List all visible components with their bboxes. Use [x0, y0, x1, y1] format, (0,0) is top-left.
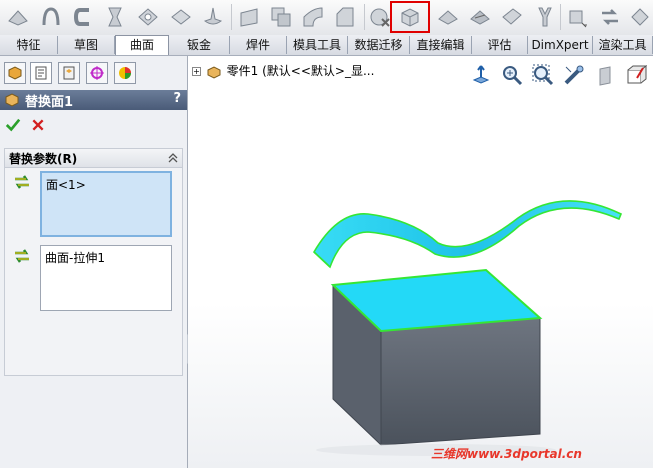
- radiate-surface-icon[interactable]: [166, 2, 196, 32]
- feature-manager-tab[interactable]: [4, 62, 26, 84]
- tab-render-tools[interactable]: 渲染工具: [593, 36, 653, 54]
- panel-tabs: [0, 56, 187, 88]
- target-faces-list[interactable]: 面<1>: [40, 171, 172, 237]
- help-button[interactable]: ?: [173, 91, 181, 106]
- tab-mold-tools[interactable]: 模具工具: [287, 36, 348, 54]
- replacement-surface-item[interactable]: 曲面-拉伸1: [45, 249, 167, 266]
- group-header[interactable]: 替换参数(R): [5, 149, 182, 168]
- mid-surface-icon[interactable]: [530, 2, 560, 32]
- box-front-face[interactable]: [380, 317, 541, 446]
- display-manager-tab[interactable]: [114, 62, 136, 84]
- tab-features[interactable]: 特征: [0, 36, 58, 54]
- replacement-surface-list[interactable]: 曲面-拉伸1: [40, 245, 172, 311]
- model-viewport: [312, 200, 623, 456]
- thicken-cut-icon[interactable]: [465, 2, 495, 32]
- tab-dimxpert[interactable]: DimXpert: [528, 36, 593, 54]
- tab-data-migration[interactable]: 数据迁移: [348, 36, 410, 54]
- move-face-icon[interactable]: [562, 2, 592, 32]
- more-icon[interactable]: [625, 2, 653, 32]
- thicken-icon[interactable]: [433, 2, 463, 32]
- graphics-area[interactable]: + 零件1 (默认<<默认>_显...: [188, 56, 653, 468]
- tab-sketch[interactable]: 草图: [58, 36, 115, 54]
- tab-surfaces[interactable]: 曲面: [115, 35, 169, 55]
- knit-surface-icon[interactable]: [198, 2, 228, 32]
- target-faces-icon: [15, 175, 29, 189]
- loft-surface-icon[interactable]: [36, 2, 66, 32]
- delete-hole-icon[interactable]: [595, 2, 625, 32]
- tab-direct-editing[interactable]: 直接编辑: [410, 36, 472, 54]
- target-face-item[interactable]: 面<1>: [46, 176, 166, 193]
- replacement-surface-icon: [15, 249, 29, 263]
- ok-button[interactable]: [4, 116, 22, 134]
- boundary-surface-icon[interactable]: [3, 2, 33, 32]
- offset-surface-icon[interactable]: [133, 2, 163, 32]
- replacement-surface[interactable]: [312, 200, 623, 269]
- confirm-row: [0, 114, 187, 136]
- replace-face-icon: [5, 93, 19, 107]
- property-manager-panel: 替换面1 ? 替换参数(R) 面<1> 曲面-拉伸1: [0, 56, 188, 468]
- tab-sheet-metal[interactable]: 钣金: [169, 36, 230, 54]
- replace-parameters-group: 替换参数(R) 面<1> 曲面-拉伸1: [4, 148, 183, 376]
- fill-surface-icon[interactable]: [100, 2, 130, 32]
- watermark: 三维网www.3dportal.cn: [431, 447, 582, 461]
- trim-surface-icon[interactable]: [298, 2, 328, 32]
- feature-title: 替换面1: [25, 95, 74, 110]
- close-icon: [32, 119, 44, 131]
- untrim-surface-icon[interactable]: [330, 2, 360, 32]
- collapse-icon[interactable]: [167, 152, 179, 164]
- tab-weldments[interactable]: 焊件: [230, 36, 287, 54]
- cancel-button[interactable]: [29, 116, 47, 134]
- command-manager-tabs: 特征 草图 曲面 钣金 焊件 模具工具 数据迁移 直接编辑 评估 DimXper…: [0, 35, 653, 56]
- dimxpert-manager-tab[interactable]: [86, 62, 108, 84]
- planar-surface-icon[interactable]: [234, 2, 264, 32]
- property-manager-title-bar: 替换面1 ?: [0, 90, 187, 110]
- replace-face-highlight: [390, 1, 430, 33]
- cut-with-surface-icon[interactable]: [497, 2, 527, 32]
- property-manager-tab[interactable]: [30, 62, 52, 84]
- tab-evaluate[interactable]: 评估: [472, 36, 528, 54]
- group-title: 替换参数(R): [9, 152, 78, 166]
- ruled-surface-icon[interactable]: [68, 2, 98, 32]
- check-icon: [5, 118, 21, 132]
- configuration-manager-tab[interactable]: [58, 62, 80, 84]
- extend-surface-icon[interactable]: [266, 2, 296, 32]
- surfaces-toolbar: [0, 0, 653, 36]
